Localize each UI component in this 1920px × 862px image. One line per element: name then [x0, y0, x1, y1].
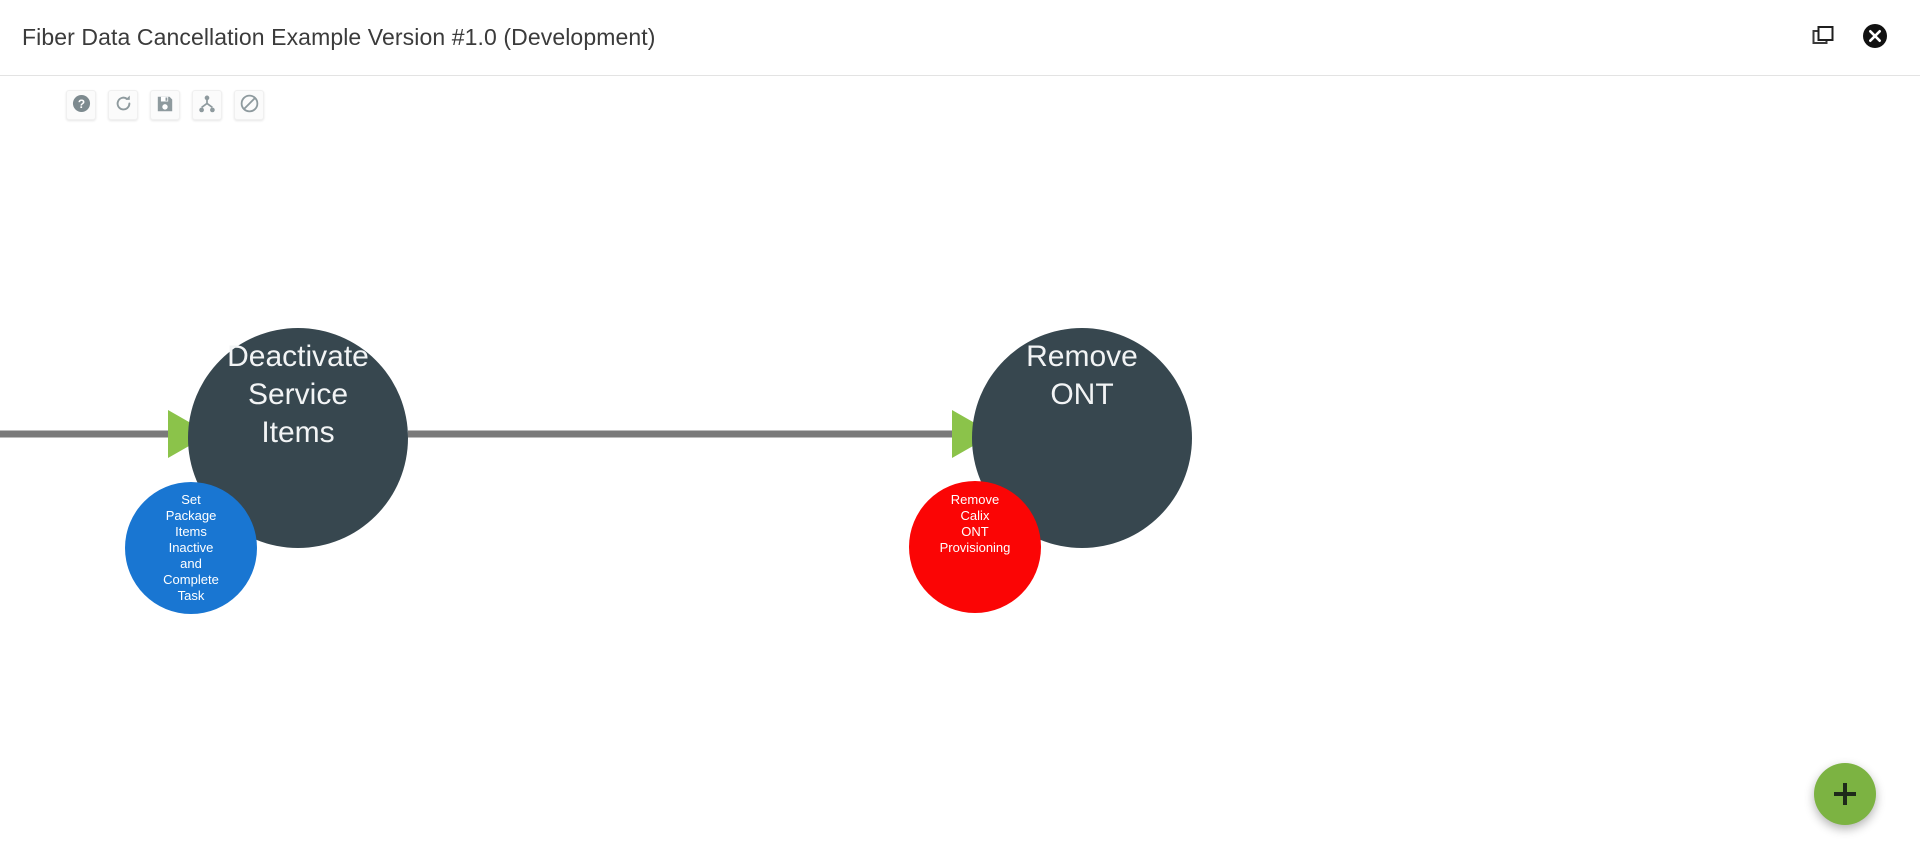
- workflow-designer-window: Fiber Data Cancellation Example Version …: [0, 0, 1920, 862]
- badge-label-line: Inactive: [169, 540, 214, 555]
- help-button[interactable]: ?: [66, 90, 96, 120]
- badge-label-line: Remove: [951, 492, 999, 507]
- node-label-line: Deactivate: [227, 340, 369, 373]
- node-label-line: ONT: [1050, 378, 1113, 411]
- plus-icon: [1834, 783, 1856, 805]
- save-floppy-icon: [156, 95, 174, 116]
- node-label-line: Items: [261, 416, 334, 449]
- diagram-badge-remove-calix-ont-provisioning[interactable]: Remove Calix ONT Provisioning: [909, 481, 1041, 613]
- sitemap-icon: [198, 95, 216, 116]
- refresh-icon: [114, 94, 133, 116]
- badge-label-line: and: [180, 556, 202, 571]
- badge-label-line: ONT: [961, 524, 989, 539]
- connector-entry-to-deactivate[interactable]: [0, 410, 210, 458]
- badge-label-line: Calix: [961, 508, 990, 523]
- window-controls: [1808, 23, 1890, 53]
- badge-label-line: Package: [166, 508, 217, 523]
- badge-label-line: Provisioning: [940, 540, 1011, 555]
- diagram-toolbar: ?: [0, 77, 1920, 133]
- workflow-diagram[interactable]: Deactivate Service Items Remove ONT Set: [0, 133, 1920, 862]
- close-circle-icon: [1862, 23, 1888, 52]
- ban-circle-icon: [240, 94, 259, 116]
- save-button[interactable]: [150, 90, 180, 120]
- add-node-button[interactable]: [1814, 763, 1876, 825]
- title-bar: Fiber Data Cancellation Example Version …: [0, 0, 1920, 76]
- badge-label-line: Task: [178, 588, 205, 603]
- help-circle-icon: ?: [72, 94, 91, 116]
- diagram-badge-set-package-items-inactive[interactable]: Set Package Items Inactive and Complete …: [125, 482, 257, 614]
- disable-button[interactable]: [234, 90, 264, 120]
- svg-text:?: ?: [77, 97, 84, 111]
- connector-deactivate-to-remove-ont[interactable]: [408, 410, 994, 458]
- refresh-button[interactable]: [108, 90, 138, 120]
- node-label-line: Remove: [1026, 340, 1138, 373]
- restore-window-button[interactable]: [1808, 23, 1838, 53]
- badge-label-line: Complete: [163, 572, 219, 587]
- diagram-canvas[interactable]: Deactivate Service Items Remove ONT Set: [0, 133, 1920, 862]
- hierarchy-button[interactable]: [192, 90, 222, 120]
- badge-label-line: Items: [175, 524, 207, 539]
- restore-window-icon: [1811, 24, 1835, 51]
- page-title: Fiber Data Cancellation Example Version …: [22, 24, 656, 50]
- badge-label-line: Set: [181, 492, 201, 507]
- node-label-line: Service: [248, 378, 348, 411]
- close-window-button[interactable]: [1860, 23, 1890, 53]
